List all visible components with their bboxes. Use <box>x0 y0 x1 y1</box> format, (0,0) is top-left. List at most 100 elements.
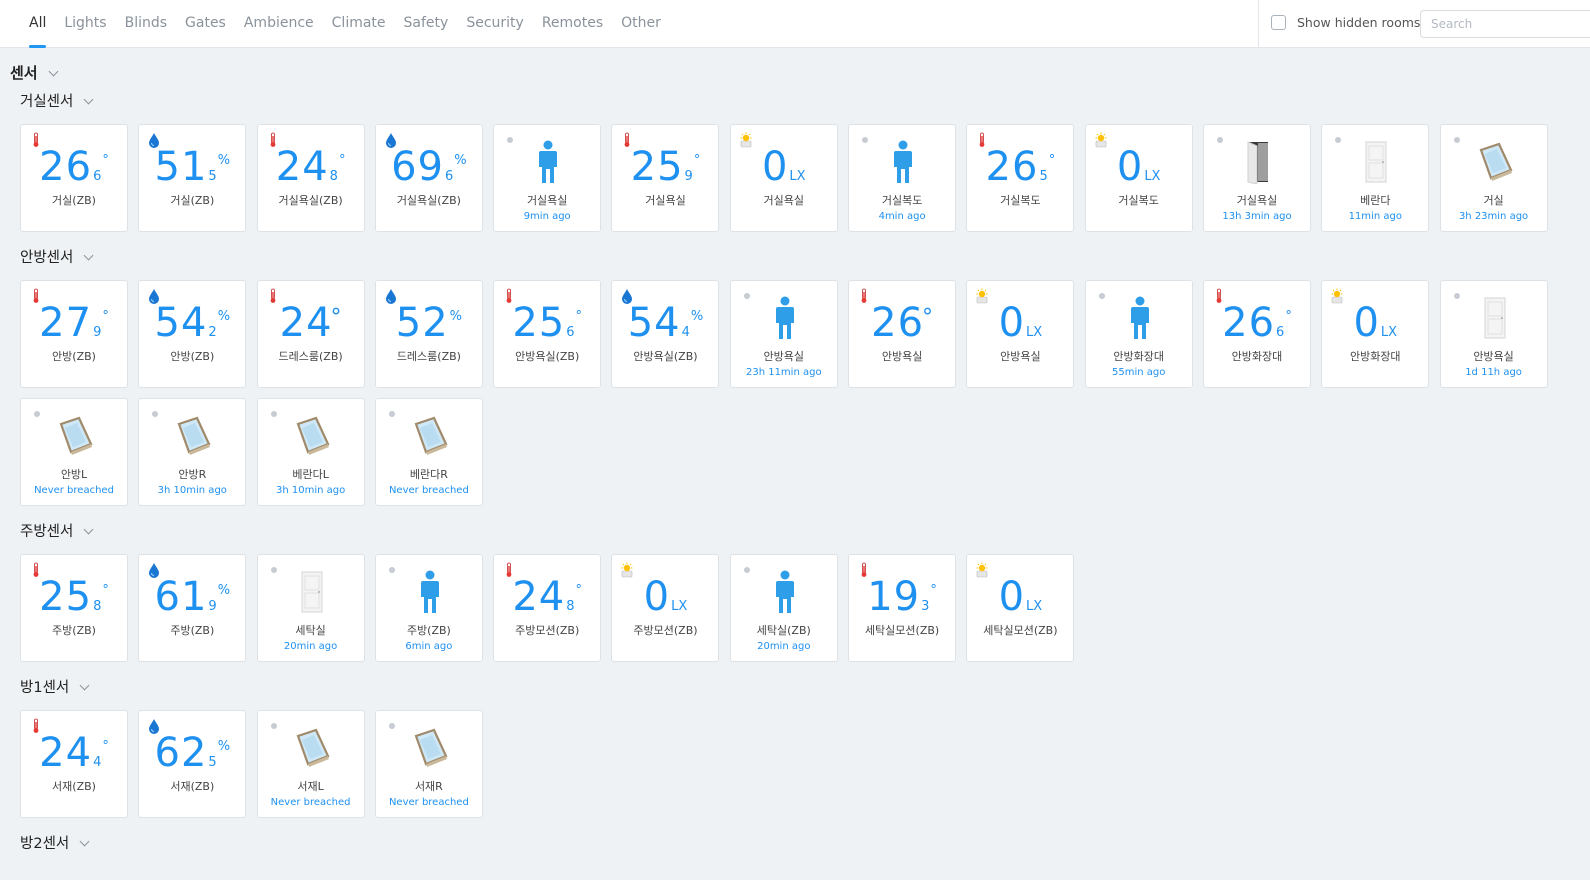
device-card[interactable]: 거실욕실 9min ago <box>493 124 602 232</box>
tab-blinds[interactable]: Blinds <box>116 0 176 48</box>
device-card[interactable]: 거실 3h 23min ago <box>1439 124 1548 232</box>
device-card[interactable]: 266° 안방화장대 <box>1202 280 1311 388</box>
device-card[interactable]: 515% 거실(ZB) <box>138 124 247 232</box>
last-event-time: 20min ago <box>283 641 338 652</box>
device-card[interactable]: 0LX 주방모션(ZB) <box>611 554 720 662</box>
tab-security[interactable]: Security <box>457 0 533 48</box>
value-decimal: 2 <box>208 325 217 340</box>
status-dot <box>388 723 395 729</box>
device-name: 주방(ZB) <box>170 624 215 637</box>
value-decimal: 6 <box>566 325 575 340</box>
device-card[interactable]: 베란다 11min ago <box>1321 124 1430 232</box>
device-card[interactable]: 52% 드레스룸(ZB) <box>374 280 483 388</box>
device-card[interactable]: 193° 세탁실모션(ZB) <box>848 554 957 662</box>
device-card[interactable]: 베란다R Never breached <box>374 398 483 506</box>
value-decimal: 9 <box>208 599 217 614</box>
tab-climate[interactable]: Climate <box>323 0 395 48</box>
device-card[interactable]: 259° 거실욕실 <box>611 124 720 232</box>
unit-degree: ° <box>575 583 583 598</box>
device-card[interactable]: 안방욕실 23h 11min ago <box>729 280 838 388</box>
unit-lux: LX <box>1144 169 1161 184</box>
status-dot <box>507 137 514 143</box>
device-name: 거실복도 <box>1000 194 1041 207</box>
device-name: 거실 <box>1483 194 1504 207</box>
person-icon <box>765 296 805 340</box>
unit-percent: % <box>217 153 231 168</box>
device-card[interactable]: 서재L Never breached <box>256 710 365 818</box>
device-card[interactable]: 안방R 3h 10min ago <box>138 398 247 506</box>
unit-degree: ° <box>102 309 109 324</box>
value-main: 27 <box>39 300 93 346</box>
tab-all[interactable]: All <box>20 0 55 48</box>
device-card[interactable]: 주방(ZB) 6min ago <box>374 554 483 662</box>
person-icon <box>1120 296 1160 340</box>
unit-degree: ° <box>693 153 701 168</box>
show-hidden-rooms-label[interactable]: Show hidden rooms <box>1297 15 1420 30</box>
category-header[interactable]: 센서 <box>10 62 59 83</box>
tab-other[interactable]: Other <box>612 0 670 48</box>
device-card[interactable]: 248° 주방모션(ZB) <box>493 554 602 662</box>
tab-safety[interactable]: Safety <box>395 0 458 48</box>
value-main: 61 <box>154 574 208 620</box>
device-card[interactable]: 265° 거실복도 <box>966 124 1075 232</box>
device-card[interactable]: 서재R Never breached <box>374 710 483 818</box>
device-card[interactable]: 0LX 안방화장대 <box>1321 280 1430 388</box>
device-card[interactable]: 0LX 거실복도 <box>1084 124 1193 232</box>
device-card[interactable]: 거실욕실 13h 3min ago <box>1202 124 1311 232</box>
status-dot <box>1453 293 1460 299</box>
device-name: 거실(ZB) <box>52 194 96 207</box>
unit-lux: LX <box>1026 599 1043 614</box>
room-title-text: 주방센서 <box>20 524 74 540</box>
category-title: 센서 <box>10 64 38 82</box>
device-card[interactable]: 544% 안방욕실(ZB) <box>611 280 720 388</box>
value-decimal: 4 <box>93 755 102 770</box>
device-card[interactable]: 279° 안방(ZB) <box>20 280 128 388</box>
device-card[interactable]: 542% 안방(ZB) <box>138 280 247 388</box>
value-main: 69 <box>391 144 445 190</box>
search-input[interactable] <box>1420 10 1590 38</box>
tab-ambience[interactable]: Ambience <box>235 0 323 48</box>
device-name: 거실욕실 <box>526 194 568 207</box>
room-title[interactable]: 거실센서 <box>20 90 94 111</box>
chevron-down-icon <box>83 94 94 105</box>
device-card[interactable]: 안방L Never breached <box>20 398 128 506</box>
device-card[interactable]: 619% 주방(ZB) <box>138 554 247 662</box>
show-hidden-rooms-checkbox[interactable] <box>1271 15 1286 30</box>
device-card[interactable]: 625% 서재(ZB) <box>138 710 247 818</box>
device-card[interactable]: 24° 드레스룸(ZB) <box>256 280 365 388</box>
device-card[interactable]: 248° 거실욕실(ZB) <box>256 124 365 232</box>
device-card[interactable]: 0LX 안방욕실 <box>966 280 1075 388</box>
device-name: 세탁실모션(ZB) <box>864 624 940 637</box>
device-card[interactable]: 0LX 세탁실모션(ZB) <box>966 554 1075 662</box>
window-icon <box>410 726 450 770</box>
device-card[interactable]: 세탁실(ZB) 20min ago <box>729 554 838 662</box>
device-card[interactable]: 26° 안방욕실 <box>848 280 957 388</box>
tab-lights[interactable]: Lights <box>55 0 115 48</box>
room-title[interactable]: 주방센서 <box>20 520 94 541</box>
last-event-time: 3h 10min ago <box>275 485 346 496</box>
device-card[interactable]: 696% 거실욕실(ZB) <box>374 124 483 232</box>
window-icon <box>410 414 450 458</box>
room-title[interactable]: 방2센서 <box>20 832 90 853</box>
device-card[interactable]: 베란다L 3h 10min ago <box>256 398 365 506</box>
device-card[interactable]: 안방욕실 1d 11h ago <box>1439 280 1548 388</box>
last-event-time: 13h 3min ago <box>1222 211 1292 222</box>
tab-gates[interactable]: Gates <box>176 0 235 48</box>
person-icon <box>410 570 450 614</box>
value-main: 0 <box>761 144 789 190</box>
device-card[interactable]: 0LX 거실욕실 <box>729 124 838 232</box>
value-main: 62 <box>154 730 208 776</box>
device-name: 주방(ZB) <box>52 624 96 637</box>
tab-remotes[interactable]: Remotes <box>533 0 612 48</box>
device-card[interactable]: 244° 서재(ZB) <box>20 710 128 818</box>
device-card[interactable]: 256° 안방욕실(ZB) <box>493 280 602 388</box>
value-main: 52 <box>395 300 449 346</box>
room-title[interactable]: 안방센서 <box>20 246 94 267</box>
device-card[interactable]: 258° 주방(ZB) <box>20 554 128 662</box>
device-card[interactable]: 266° 거실(ZB) <box>20 124 128 232</box>
room-title[interactable]: 방1센서 <box>20 676 90 697</box>
device-card[interactable]: 안방화장대 55min ago <box>1084 280 1193 388</box>
device-card[interactable]: 세탁실 20min ago <box>256 554 365 662</box>
device-name: 거실욕실 <box>1236 194 1278 207</box>
device-card[interactable]: 거실복도 4min ago <box>848 124 957 232</box>
